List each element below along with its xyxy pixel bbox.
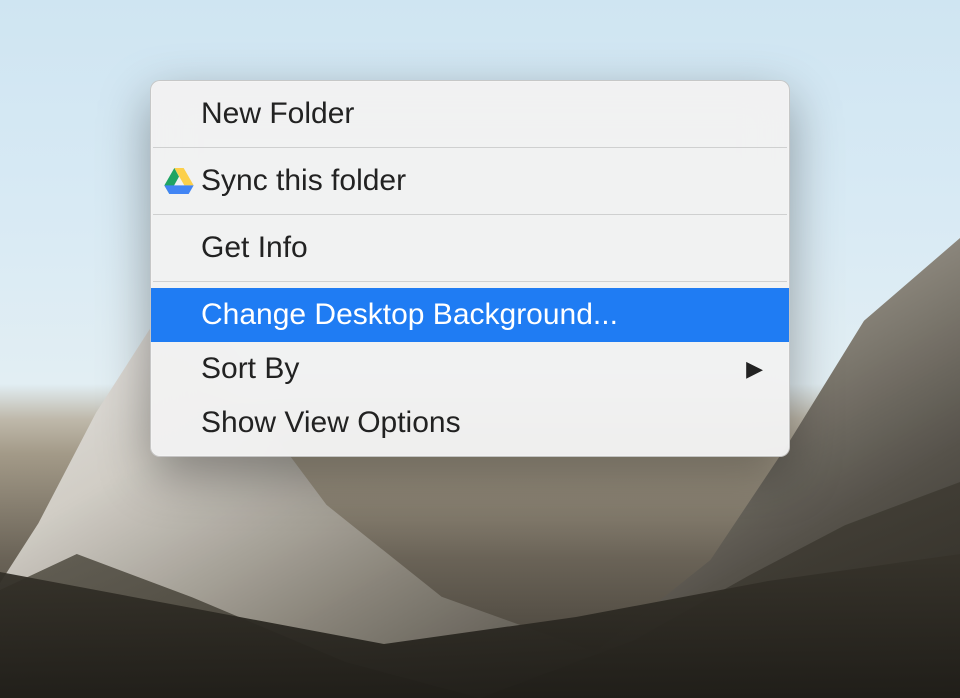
menu-item-sync-this-folder[interactable]: Sync this folder: [151, 154, 789, 208]
menu-item-show-view-options[interactable]: Show View Options: [151, 396, 789, 450]
menu-item-label: Sync this folder: [201, 164, 763, 198]
menu-item-label: Sort By: [201, 352, 746, 386]
menu-item-label: Show View Options: [201, 406, 763, 440]
menu-item-new-folder[interactable]: New Folder: [151, 87, 789, 141]
menu-item-label: Change Desktop Background...: [201, 298, 763, 332]
desktop-wallpaper[interactable]: New Folder Sync this folder Get Info Cha…: [0, 0, 960, 698]
menu-item-sort-by[interactable]: Sort By ▶: [151, 342, 789, 396]
menu-separator: [153, 214, 787, 215]
submenu-arrow-icon: ▶: [746, 356, 763, 382]
menu-item-change-desktop-background[interactable]: Change Desktop Background...: [151, 288, 789, 342]
menu-item-label: Get Info: [201, 231, 763, 265]
menu-item-label: New Folder: [201, 97, 763, 131]
menu-item-get-info[interactable]: Get Info: [151, 221, 789, 275]
google-drive-icon: [163, 167, 195, 195]
desktop-context-menu: New Folder Sync this folder Get Info Cha…: [150, 80, 790, 457]
menu-separator: [153, 147, 787, 148]
menu-separator: [153, 281, 787, 282]
